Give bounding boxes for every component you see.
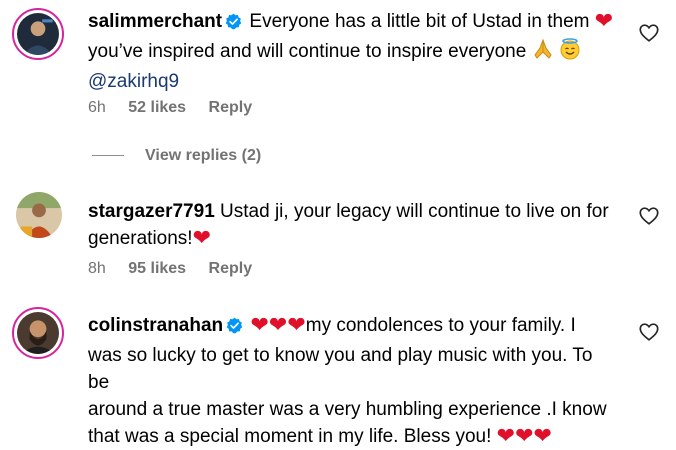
mention-link[interactable]: @zakirhq9 [88,71,179,92]
smiling-halo-emoji [559,38,581,68]
heart-icon: ❤ [496,423,516,448]
view-replies-label[interactable]: View replies (2) [145,147,261,164]
avatar[interactable] [12,8,64,60]
heart-icon: ❤ [533,423,552,448]
comment-body-line-2: generations! [88,228,193,249]
heart-icon: ❤ [250,312,269,337]
like-heart-outline-icon[interactable] [638,321,660,343]
comment-body-line-3: around a true master was a very humbling… [88,399,607,420]
comment-body: my condolences to your family. I [305,315,576,336]
username[interactable]: colinstranahan [88,315,223,336]
avatar-photo [17,312,59,354]
like-heart-outline-icon[interactable] [638,205,660,227]
heart-icon: ❤ [594,8,614,33]
comment-text: stargazer7791 Ustad ji, your legacy will… [88,198,616,252]
likes-count[interactable]: 52 likes [128,99,186,116]
like-heart-outline-icon[interactable] [638,22,660,44]
timestamp: 6h [88,99,106,116]
comment-meta: 6h 52 likes Reply [88,99,270,117]
username[interactable]: stargazer7791 [88,201,215,222]
comment-body-line-4: that was a special moment in my life. Bl… [88,426,492,447]
comment-body: Ustad ji, your legacy will continue to l… [220,201,609,222]
comment-meta: 8h 95 likes Reply [88,260,270,278]
replies-divider [92,155,124,157]
comment-body-line-2: you’ve inspired and will continue to ins… [88,41,527,62]
username[interactable]: salimmerchant [88,11,222,32]
avatar-photo [16,192,62,238]
timestamp: 8h [88,260,106,277]
likes-count[interactable]: 95 likes [128,260,186,277]
heart-icon: ❤ [192,225,212,250]
comment-body-line-2: was so lucky to get to know you and play… [88,345,593,393]
heart-icon: ❤ [268,312,288,337]
folded-hands-emoji [532,38,554,68]
comment-text: colinstranahan ❤❤❤my condolences to your… [88,312,616,450]
verified-badge-icon [226,315,243,342]
verified-badge-icon [225,11,242,38]
view-replies-button[interactable]: View replies (2) [92,147,261,165]
comment-text: salimmerchant Everyone has a little bit … [88,8,616,95]
avatar[interactable] [12,307,64,359]
avatar-photo [17,13,59,55]
reply-button[interactable]: Reply [209,260,253,277]
heart-icon: ❤ [515,423,534,448]
reply-button[interactable]: Reply [209,99,253,116]
heart-icon: ❤ [287,312,306,337]
avatar[interactable] [16,192,62,238]
comment-body: Everyone has a little bit of Ustad in th… [249,11,590,32]
